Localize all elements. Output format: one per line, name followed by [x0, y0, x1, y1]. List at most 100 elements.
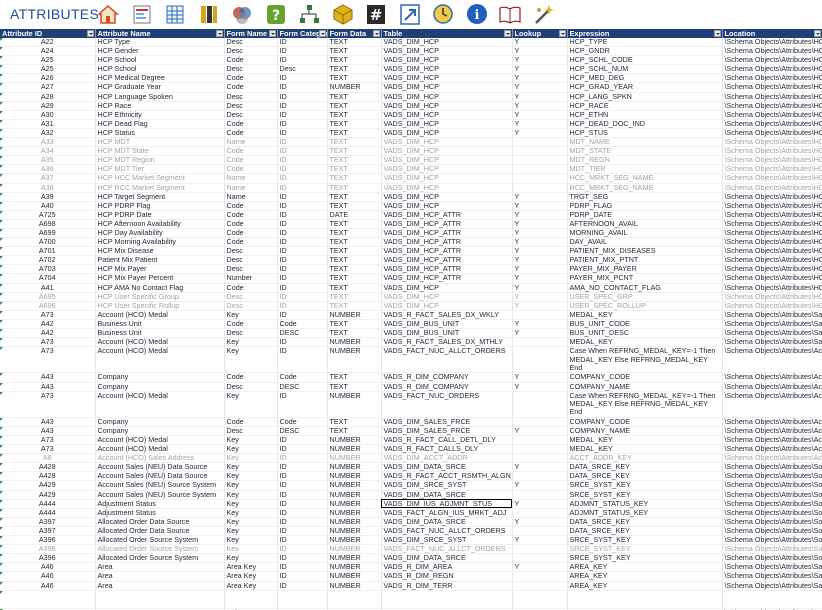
form-data-cell[interactable]: TEXT: [327, 228, 382, 239]
form-category-cell[interactable]: ID: [277, 237, 328, 248]
form-name-cell[interactable]: Area Key: [224, 562, 278, 573]
form-data-cell[interactable]: TEXT: [327, 110, 382, 120]
form-category-cell[interactable]: ID: [277, 73, 328, 84]
attribute-name-cell[interactable]: Allocated Order Source System: [95, 553, 225, 564]
form-data-cell[interactable]: TEXT: [327, 128, 382, 139]
table-cell[interactable]: VADS_R_FACT_CALLS_DLY: [381, 444, 513, 455]
form-data-cell[interactable]: TEXT: [327, 155, 382, 166]
form-name-cell[interactable]: Code: [224, 319, 278, 330]
location-cell[interactable]: \Schema Objects\Attributes\HCP: [722, 46, 822, 57]
form-name-cell[interactable]: Desc: [224, 101, 278, 111]
attribute-name-cell[interactable]: Adjustment Status: [95, 508, 225, 518]
location-cell[interactable]: \Schema Objects\Attributes\HCP: [722, 255, 822, 266]
lookup-cell[interactable]: Y: [512, 192, 568, 202]
attribute-name-cell[interactable]: HCP User Specific Group: [95, 292, 225, 302]
form-category-cell[interactable]: ID: [277, 55, 328, 66]
lookup-cell[interactable]: [512, 590, 568, 609]
form-category-cell[interactable]: ID: [277, 155, 328, 166]
form-category-cell[interactable]: ID: [277, 462, 328, 473]
filter-dropdown-icon[interactable]: [86, 30, 94, 37]
lookup-cell[interactable]: [512, 435, 568, 446]
table-cell[interactable]: VADS_DIM_HCP_ATTR: [381, 255, 513, 266]
home-button[interactable]: [95, 2, 121, 26]
attribute-id-cell[interactable]: A702: [0, 255, 96, 266]
lookup-cell[interactable]: [512, 526, 568, 537]
attribute-name-cell[interactable]: Account (HCO) Medal: [95, 435, 225, 446]
form-name-cell[interactable]: Key: [224, 435, 278, 446]
table-cell[interactable]: VADS_DIM_HCP: [381, 46, 513, 57]
expression-cell[interactable]: BUS_UNIT_CODE: [567, 319, 723, 330]
form-category-cell[interactable]: ID: [277, 228, 328, 239]
attribute-id-cell[interactable]: A33: [0, 137, 96, 148]
attribute-name-cell[interactable]: Company: [95, 372, 225, 383]
form-name-cell[interactable]: Key: [224, 490, 278, 500]
form-data-cell[interactable]: NUMBER: [327, 435, 382, 446]
table-cell[interactable]: VADS_DIM_SALES_FRCE: [381, 417, 513, 427]
form-data-cell[interactable]: TEXT: [327, 372, 382, 383]
form-data-cell[interactable]: TEXT: [327, 73, 382, 84]
location-cell[interactable]: \Schema Objects\Attributes\Sales: [722, 337, 822, 348]
table-cell[interactable]: VADS_DIM_HCP: [381, 137, 513, 148]
filter-dropdown-icon[interactable]: [372, 30, 380, 37]
lookup-cell[interactable]: Y: [512, 228, 568, 239]
table-cell[interactable]: VADS_DIM_HCP_ATTR: [381, 273, 513, 284]
attribute-name-cell[interactable]: Account Sales (NEU) Data Source: [95, 462, 225, 473]
form-name-cell[interactable]: Desc: [224, 246, 278, 257]
location-cell[interactable]: \Schema Objects\Attributes\Sales: [722, 562, 822, 573]
lookup-cell[interactable]: [512, 453, 568, 464]
help-button[interactable]: ?: [263, 2, 289, 26]
table-cell[interactable]: VADS_DIM_HCP: [381, 92, 513, 102]
attribute-name-cell[interactable]: HCP Type: [95, 38, 225, 48]
form-name-cell[interactable]: Key: [224, 337, 278, 348]
attribute-name-cell[interactable]: Company: [95, 382, 225, 392]
attribute-name-cell[interactable]: HCP Mix Disease: [95, 246, 225, 257]
location-cell[interactable]: \Schema Objects\Attributes\HCP: [722, 155, 822, 166]
form-category-cell[interactable]: Code: [277, 372, 328, 383]
form-category-cell[interactable]: ID: [277, 517, 328, 527]
expression-cell[interactable]: MDT_STATE: [567, 146, 723, 157]
expression-cell[interactable]: PATIENT_MIX_PTNT: [567, 255, 723, 266]
form-name-cell[interactable]: Code: [224, 128, 278, 139]
filter-dropdown-icon[interactable]: [215, 30, 223, 37]
form-category-cell[interactable]: ID: [277, 146, 328, 157]
attribute-name-cell[interactable]: Allocated Order Data Source: [95, 526, 225, 537]
expression-cell[interactable]: DAY_AVAIL: [567, 237, 723, 248]
lookup-cell[interactable]: [512, 417, 568, 427]
form-category-cell[interactable]: ID: [277, 201, 328, 211]
attribute-id-cell[interactable]: A73: [0, 391, 96, 418]
form-name-cell[interactable]: Key: [224, 310, 278, 320]
form-data-cell[interactable]: NUMBER: [327, 499, 382, 509]
lookup-cell[interactable]: Y: [512, 55, 568, 66]
location-cell[interactable]: \Schema Objects\Attributes\Account: [722, 382, 822, 392]
form-data-cell[interactable]: DATE: [327, 210, 382, 220]
attribute-name-cell[interactable]: HCP Gender: [95, 46, 225, 57]
form-category-cell[interactable]: ID: [277, 173, 328, 184]
lookup-cell[interactable]: Y: [512, 82, 568, 93]
clock-button[interactable]: [430, 2, 456, 26]
form-category-cell[interactable]: ID: [277, 164, 328, 175]
lookup-cell[interactable]: [512, 391, 568, 418]
attribute-id-cell[interactable]: A8: [0, 453, 96, 464]
location-cell[interactable]: \Schema Objects\Attributes\Source: [722, 535, 822, 546]
attribute-id-cell[interactable]: A43: [0, 382, 96, 392]
form-name-cell[interactable]: Key: [224, 526, 278, 537]
table-cell[interactable]: VADS_DIM_HCP: [381, 301, 513, 311]
form-data-cell[interactable]: NUMBER: [327, 508, 382, 518]
attribute-id-cell[interactable]: A444: [0, 508, 96, 518]
expression-cell[interactable]: HCP_SCHL_CODE: [567, 55, 723, 66]
expression-cell[interactable]: PATIENT_MIX_DISEASES: [567, 246, 723, 257]
lookup-cell[interactable]: [512, 581, 568, 591]
expression-cell[interactable]: ADJMNT_STATUS_KEY: [567, 508, 723, 518]
form-name-cell[interactable]: Key: [224, 544, 278, 555]
form-data-cell[interactable]: NUMBER: [327, 571, 382, 582]
attribute-name-cell[interactable]: Account Sales (NEU) Data Source: [95, 471, 225, 482]
lookup-cell[interactable]: Y: [512, 255, 568, 266]
expression-cell[interactable]: SRCE_SYST_KEY: [567, 480, 723, 491]
table-cell[interactable]: [381, 590, 513, 609]
form-data-cell[interactable]: NUMBER: [327, 517, 382, 527]
form-category-cell[interactable]: ID: [277, 246, 328, 257]
form-data-cell[interactable]: TEXT: [327, 64, 382, 75]
form-name-cell[interactable]: Area Key: [224, 571, 278, 582]
attribute-id-cell[interactable]: A725: [0, 210, 96, 220]
table-cell[interactable]: VADS_DIM_HCP: [381, 38, 513, 48]
